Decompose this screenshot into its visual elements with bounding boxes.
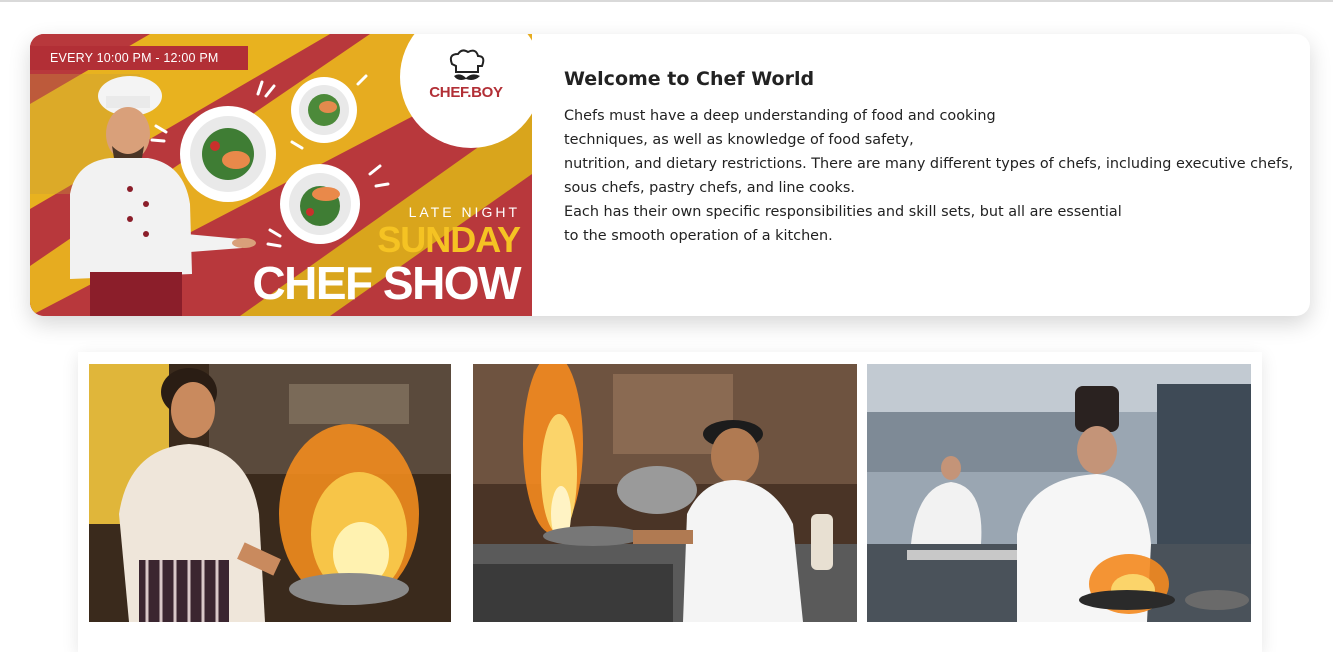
welcome-line: Chefs must have a deep understanding of … [564,108,996,124]
late-night-text: LATE NIGHT [408,204,520,220]
welcome-line: Each has their own specific responsibili… [564,204,1122,220]
sunday-text: SUNDAY [377,219,521,260]
hero-card: EVERY 10:00 PM - 12:00 PM CHEF.BOY LATE … [30,34,1310,316]
welcome-line: to the smooth operation of a kitchen. [564,228,833,244]
chefs-kitchen-image [867,364,1251,622]
welcome-line: nutrition, and dietary restrictions. The… [564,156,1294,172]
photo-gallery [78,352,1262,652]
logo-text: CHEF.BOY [429,84,503,101]
welcome-line: techniques, as well as knowledge of food… [564,132,914,148]
welcome-title: Welcome to Chef World [564,68,815,90]
chef-show-banner: EVERY 10:00 PM - 12:00 PM CHEF.BOY LATE … [30,34,532,316]
welcome-paragraph: Chefs must have a deep understanding of … [564,104,1294,248]
chef-show-text: CHEF SHOW [252,257,521,309]
chef-cooking-image [473,364,857,622]
show-time-tag: EVERY 10:00 PM - 12:00 PM [30,46,248,70]
top-divider [0,0,1333,2]
welcome-line: sous chefs, pastry chefs, and line cooks… [564,180,855,196]
chef-flambe-image [89,364,451,622]
gallery-photo-chef-flambe[interactable] [89,364,451,622]
gallery-photo-chefs-kitchen[interactable] [867,364,1251,622]
chef-hat-icon [449,49,485,80]
gallery-photo-chef-cooking[interactable] [473,364,857,622]
